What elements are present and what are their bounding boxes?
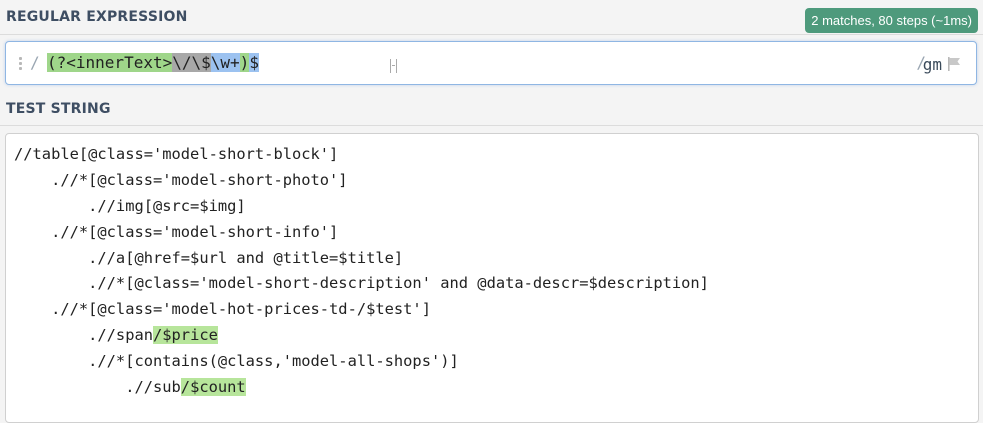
regex-token-group: (?<innerText> <box>47 53 173 72</box>
test-string-line: .//a[@href=$url and @title=$title] <box>14 246 709 272</box>
line-text: .//img[@src=$img] <box>14 196 246 215</box>
line-text: .//*[contains(@class,'model-all-shops')] <box>14 352 459 371</box>
regex-token-group: ) <box>239 53 250 72</box>
test-string-line: .//span/$price <box>14 323 709 349</box>
test-string-line: .//*[@class='model-hot-prices-td-/$test'… <box>14 297 709 323</box>
test-string-line: .//*[@class='model-short-info'] <box>14 220 709 246</box>
line-text: .//*[@class='model-hot-prices-td-/$test'… <box>14 300 431 319</box>
regex-token-escape: \/\$ <box>172 53 211 72</box>
regex-input[interactable]: / (?<innerText>\/\$\w+)$ / gm <box>5 41 977 85</box>
regex-open-delimiter: / <box>30 53 40 72</box>
test-section-title: TEST STRING <box>6 101 111 117</box>
line-text: .//a[@href=$url and @title=$title] <box>14 248 404 267</box>
line-text: .//sub <box>14 378 181 397</box>
match-highlight: /$price <box>153 326 218 345</box>
line-text: .//*[@class='model-short-info'] <box>14 222 339 241</box>
match-highlight: /$count <box>180 378 246 397</box>
test-string-line: .//img[@src=$img] <box>14 194 709 220</box>
test-string-line: //table[@class='model-short-block'] <box>14 142 709 168</box>
flag-icon[interactable] <box>946 56 962 72</box>
line-text: .//*[@class='model-short-description' an… <box>14 274 709 293</box>
match-info-badge: 2 matches, 80 steps (~1ms) <box>805 8 978 33</box>
drag-handle-icon[interactable] <box>18 57 23 71</box>
test-string-line: .//*[@class='model-short-description' an… <box>14 271 709 297</box>
test-string-input[interactable]: //table[@class='model-short-block'] .//*… <box>5 133 979 423</box>
regex-section-title: REGULAR EXPRESSION <box>6 9 188 25</box>
line-text: //table[@class='model-short-block'] <box>14 145 339 163</box>
test-section-divider <box>0 125 983 126</box>
test-string-line: .//*[@class='model-short-photo'] <box>14 168 709 194</box>
regex-token-class: \w+ <box>210 53 240 72</box>
test-string-content[interactable]: //table[@class='model-short-block'] .//*… <box>14 142 709 401</box>
line-text: .//span <box>14 326 153 345</box>
regex-pattern[interactable]: (?<innerText>\/\$\w+)$ <box>47 53 259 73</box>
line-text: .//*[@class='model-short-photo'] <box>14 170 348 189</box>
test-string-line: .//sub/$count <box>14 375 709 401</box>
test-string-line: .//*[contains(@class,'model-all-shops')] <box>14 349 709 375</box>
regex-flags[interactable]: gm <box>923 55 942 74</box>
regex-section-divider <box>0 34 983 35</box>
text-cursor-icon <box>390 59 397 73</box>
regex-token-class: $ <box>249 53 259 72</box>
